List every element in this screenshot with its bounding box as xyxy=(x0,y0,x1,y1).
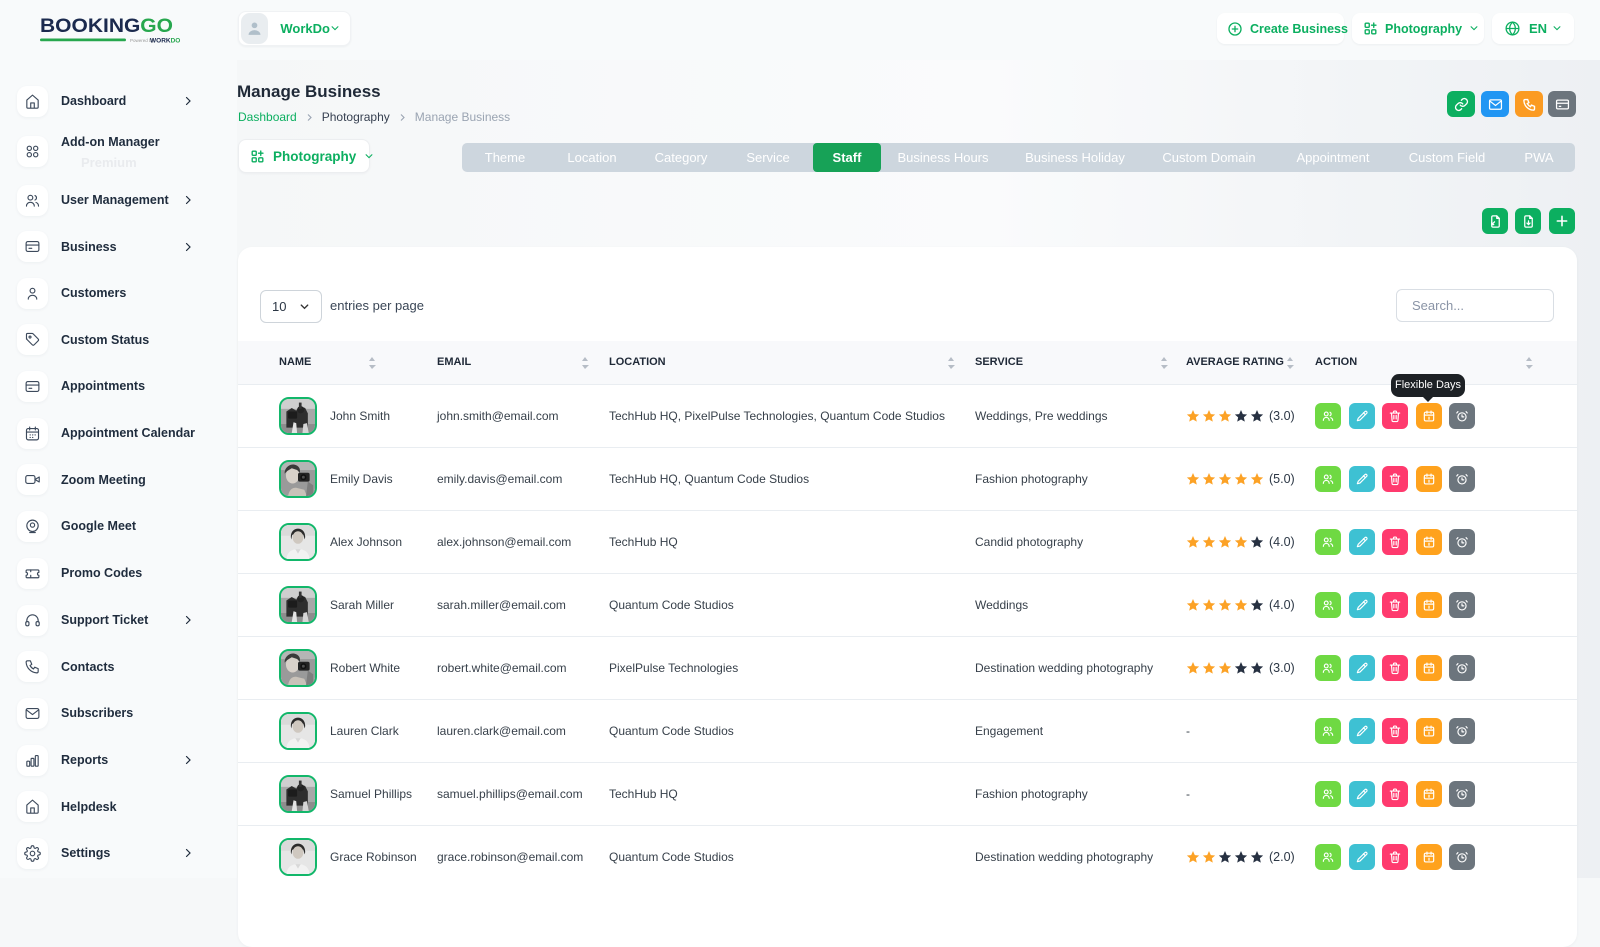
svg-text:WORKDO: WORKDO xyxy=(150,38,180,45)
svg-text:BOOKINGGO: BOOKINGGO xyxy=(40,15,173,37)
